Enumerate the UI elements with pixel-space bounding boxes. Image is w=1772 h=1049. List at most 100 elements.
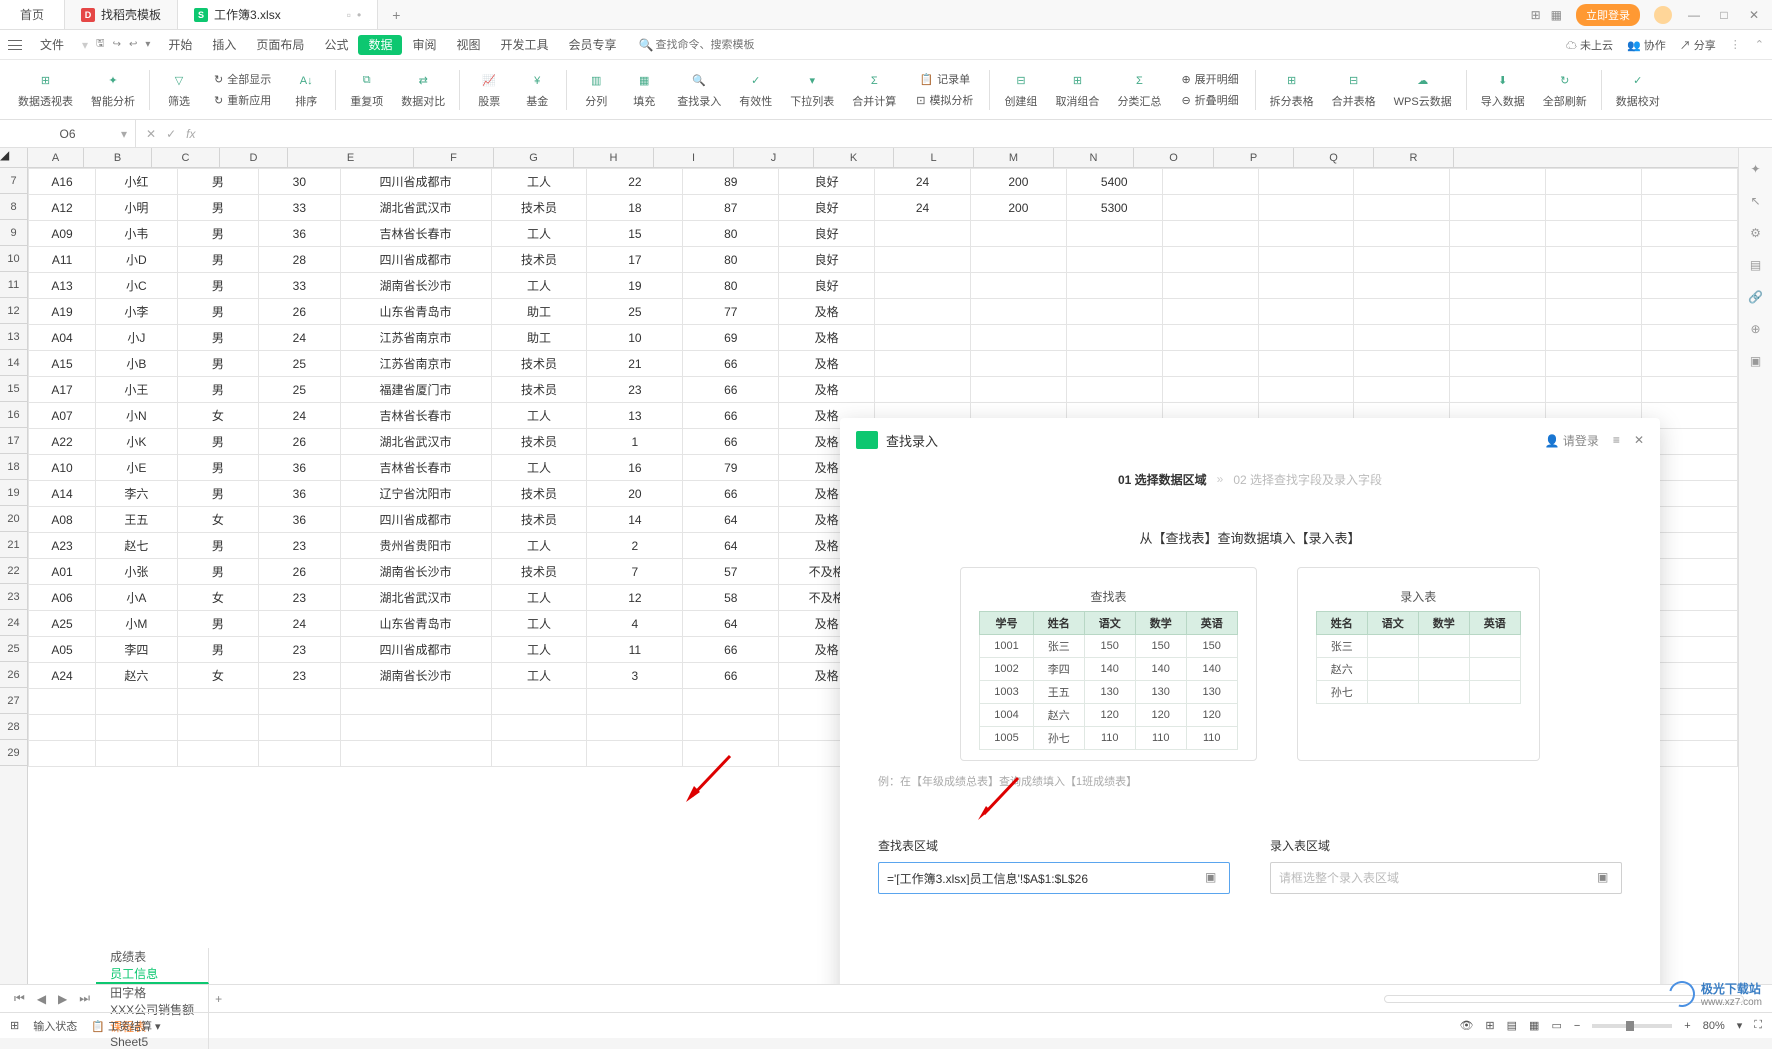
col-header[interactable]: J [734,148,814,167]
row-header[interactable]: 14 [0,350,27,376]
cell[interactable] [1066,247,1162,273]
cell[interactable]: 助工 [491,325,587,351]
entry-area-input[interactable]: ▣ [1270,862,1622,894]
cell[interactable] [340,741,491,767]
cell[interactable] [1354,351,1450,377]
cell[interactable]: 26 [259,559,340,585]
cell[interactable] [1450,195,1546,221]
cell[interactable]: A25 [29,611,96,637]
cell[interactable]: 11 [587,637,683,663]
cell[interactable]: 79 [683,455,779,481]
cell[interactable]: 23 [259,533,340,559]
cell[interactable]: 男 [177,559,258,585]
cell[interactable]: 男 [177,429,258,455]
sort-button[interactable]: A↓排序 [283,68,329,112]
cell[interactable] [875,247,971,273]
row-header[interactable]: 24 [0,610,27,636]
cell[interactable] [683,689,779,715]
cell[interactable]: 36 [259,221,340,247]
cell[interactable] [970,299,1066,325]
cell[interactable]: 良好 [779,221,875,247]
row-header[interactable]: 20 [0,506,27,532]
cell[interactable] [1642,221,1738,247]
cell[interactable]: 良好 [779,169,875,195]
cell[interactable]: 24 [875,195,971,221]
cell[interactable] [1450,247,1546,273]
cell[interactable]: 66 [683,637,779,663]
ungroup-button[interactable]: ⊞取消组合 [1047,68,1107,112]
cell[interactable]: 12 [587,585,683,611]
row-header[interactable]: 25 [0,636,27,662]
cell[interactable]: 80 [683,247,779,273]
cell[interactable] [340,689,491,715]
name-box[interactable]: O6▾ [0,120,136,147]
cell[interactable]: 80 [683,221,779,247]
cell[interactable]: 66 [683,429,779,455]
cell[interactable] [96,741,177,767]
cell[interactable]: 男 [177,637,258,663]
cell[interactable] [1546,169,1642,195]
zoom-slider[interactable] [1592,1024,1672,1028]
cell[interactable] [683,715,779,741]
cell[interactable]: 23 [259,663,340,689]
col-header[interactable]: D [220,148,288,167]
cell[interactable]: 男 [177,533,258,559]
cell[interactable]: 女 [177,585,258,611]
cell[interactable]: 及格 [779,299,875,325]
cell[interactable] [1354,377,1450,403]
cell[interactable] [1546,195,1642,221]
undo-icon[interactable]: ↩ [129,39,137,50]
cell[interactable] [1450,351,1546,377]
cell[interactable] [1066,377,1162,403]
cell[interactable] [1066,273,1162,299]
cell[interactable]: 工人 [491,585,587,611]
row-header[interactable]: 13 [0,324,27,350]
sheet-next-icon[interactable]: ▶ [52,992,73,1006]
close-icon[interactable]: ✕ [1746,8,1762,22]
cell[interactable] [1354,195,1450,221]
cell[interactable]: 23 [259,637,340,663]
cell[interactable]: 36 [259,455,340,481]
sheet-last-icon[interactable]: ⏭ [73,991,96,1006]
cell[interactable] [1258,325,1354,351]
cell[interactable]: 23 [587,377,683,403]
cell[interactable]: 工人 [491,169,587,195]
cell[interactable] [491,689,587,715]
cell[interactable] [970,377,1066,403]
cell[interactable]: 技术员 [491,481,587,507]
cell[interactable]: 小D [96,247,177,273]
cell[interactable]: A17 [29,377,96,403]
col-header[interactable]: B [84,148,152,167]
cell[interactable] [587,715,683,741]
cell[interactable]: 5300 [1066,195,1162,221]
cell[interactable] [1642,299,1738,325]
avatar-icon[interactable] [1654,6,1672,24]
cell[interactable]: A22 [29,429,96,455]
cell[interactable] [29,715,96,741]
calc-indicator[interactable]: 📋 工资结算 ▾ [91,1018,160,1034]
cell[interactable] [177,741,258,767]
view-read-icon[interactable]: ▭ [1551,1019,1561,1032]
cell[interactable]: 良好 [779,247,875,273]
cell[interactable]: 小李 [96,299,177,325]
menu-file[interactable]: 文件 [30,36,74,53]
cell[interactable] [875,351,971,377]
cell[interactable]: 王五 [96,507,177,533]
sidebar-location-icon[interactable]: ⊕ [1750,322,1760,336]
cell[interactable]: 李六 [96,481,177,507]
cancel-icon[interactable]: ✕ [146,127,156,141]
lookup-area-input[interactable]: ▣ [878,862,1230,894]
cell[interactable] [1258,195,1354,221]
import-button[interactable]: ⬇导入数据 [1473,68,1533,112]
cell[interactable]: 技术员 [491,195,587,221]
cell[interactable] [1258,169,1354,195]
cell[interactable]: A08 [29,507,96,533]
cell[interactable]: 小张 [96,559,177,585]
cell[interactable]: 工人 [491,221,587,247]
cell[interactable]: 湖南省长沙市 [340,663,491,689]
tab-home[interactable]: 首页 [0,0,65,29]
cell[interactable] [1450,299,1546,325]
row-header[interactable]: 19 [0,480,27,506]
data-proof-button[interactable]: ✓数据校对 [1608,68,1668,112]
view-grid-icon[interactable]: ⊞ [1485,1019,1494,1032]
